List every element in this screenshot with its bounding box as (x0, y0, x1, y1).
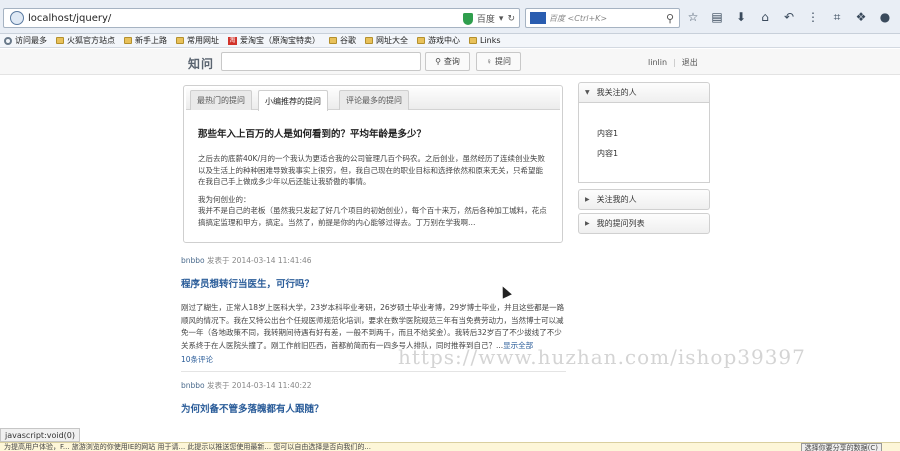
search-button[interactable]: ⚲ 查询 (425, 52, 470, 71)
browser-search-placeholder: 百度 <Ctrl+K> (549, 13, 608, 23)
globe-icon (10, 11, 24, 25)
separator: | (673, 58, 676, 67)
lightbulb-icon: ♀ (486, 57, 492, 66)
featured-question-title[interactable]: 那些年入上百万的人是如何看到的？平均年龄是多少？ (198, 126, 426, 140)
site-logo[interactable]: 知问 (188, 55, 214, 72)
question-feed: bnbbo 发表于 2014-03-14 11:41:46 程序员想转行当医生，… (181, 255, 566, 415)
folder-icon (124, 37, 132, 44)
browser-search-box[interactable]: 百度 <Ctrl+K> ⚲ (525, 8, 680, 28)
post-time: 2014-03-14 11:41:46 (231, 256, 312, 265)
bookmark-item[interactable]: 访问最多 (4, 35, 47, 46)
bookmark-item[interactable]: 游戏中心 (417, 35, 460, 46)
bookmark-item[interactable]: 谷歌 (329, 35, 356, 46)
triangle-right-icon: ▶ (585, 196, 590, 203)
bookmarks-bar: 访问最多 火狐官方站点 新手上路 常用网址 淘爱淘宝（原淘宝特卖） 谷歌 网址大… (0, 34, 900, 48)
reload-icon[interactable]: ↻ (507, 14, 515, 24)
folder-icon (56, 37, 64, 44)
site-header: 知问 ⚲ 查询 ♀ 提问 linlin | 退出 (0, 49, 900, 75)
status-bar: javascript:void(0) (0, 428, 81, 442)
accordion-label: 我关注的人 (596, 88, 637, 97)
post-time: 2014-03-14 11:40:22 (231, 381, 312, 390)
folder-icon (176, 37, 184, 44)
notification-bar: 为提高用户体验，F... 旅游浏览的你使用IE的网站 用于请... 此提示以推送… (0, 442, 900, 451)
post-meta: bnbbo 发表于 2014-03-14 11:40:22 (181, 380, 566, 391)
star-icon[interactable]: ☆ (684, 8, 702, 26)
taobao-icon: 淘 (228, 36, 237, 45)
download-icon[interactable]: ⬇ (732, 8, 750, 26)
accordion-panel: 内容1 内容1 (578, 102, 710, 183)
folder-icon (329, 37, 337, 44)
back-icon[interactable]: ↶ (780, 8, 798, 26)
post-meta: bnbbo 发表于 2014-03-14 11:41:46 (181, 255, 566, 266)
addon-icon[interactable]: ❖ (852, 8, 870, 26)
address-text: localhost/jquery/ (28, 12, 112, 24)
ask-button[interactable]: ♀ 提问 (476, 52, 521, 71)
accordion-following[interactable]: ▼ 我关注的人 (578, 82, 710, 103)
accordion-followers[interactable]: ▶ 关注我的人 (578, 189, 710, 210)
triangle-right-icon: ▶ (585, 220, 590, 227)
username-link[interactable]: linlin (648, 58, 667, 67)
folder-icon (469, 37, 477, 44)
post-verb: 发表于 (207, 381, 230, 390)
accordion-label: 我的提问列表 (596, 219, 645, 228)
folder-icon (417, 37, 425, 44)
list-item[interactable]: 内容1 (597, 128, 709, 139)
post-verb: 发表于 (207, 256, 230, 265)
user-area: linlin | 退出 (648, 57, 698, 68)
featured-paragraph: 之后去的底薪40K/月的一个我认为更适合我的公司管理几百个码农。之后创业，虽然经… (198, 154, 545, 186)
screenshot-icon[interactable]: ⌗ (828, 8, 846, 26)
list-item[interactable]: 内容1 (597, 148, 709, 159)
triangle-down-icon: ▼ (585, 89, 590, 96)
tab-editor-picks[interactable]: 小编推荐的提问 (258, 90, 328, 111)
search-icon[interactable]: ⚲ (666, 12, 674, 25)
share-data-button[interactable]: 选择你要分享的数据(C) (800, 443, 882, 451)
search-engine-icon[interactable] (530, 12, 546, 24)
bookmark-item[interactable]: 常用网址 (176, 35, 219, 46)
bookmark-item[interactable]: 新手上路 (124, 35, 167, 46)
logout-link[interactable]: 退出 (682, 57, 698, 68)
author-name[interactable]: bnbbo (181, 256, 205, 265)
browser-toolbar: localhost/jquery/ 百度 ▾ ↻ 百度 <Ctrl+K> ⚲ ☆… (0, 0, 900, 34)
list-item: bnbbo 发表于 2014-03-14 11:40:22 为何刘备不管多落魄都… (181, 380, 566, 415)
site-search-input[interactable] (221, 52, 421, 71)
featured-paragraph: 我为何创业的： 我并不是自己的老板（虽然我只发起了好几个项目的初始创业），每个百十… (198, 194, 547, 227)
divider (181, 371, 566, 372)
gear-icon (4, 36, 12, 45)
author-name[interactable]: bnbbo (181, 381, 205, 390)
tabs-bar: 最热门的提问 小编推荐的提问 评论最多的提问 (186, 88, 560, 111)
address-action-label[interactable]: 百度 (477, 12, 495, 25)
sidebar-accordion: ▼ 我关注的人 内容1 内容1 ▶ 关注我的人 ▶ 我的提问列表 (578, 82, 710, 237)
tab-most-commented[interactable]: 评论最多的提问 (339, 90, 409, 110)
bookmark-item[interactable]: 淘爱淘宝（原淘宝特卖） (228, 35, 320, 46)
accordion-label: 关注我的人 (596, 195, 637, 204)
home-icon[interactable]: ⌂ (756, 8, 774, 26)
question-title[interactable]: 为何刘备不管多落魄都有人跟随？ (181, 401, 566, 415)
notification-text: 为提高用户体验，F... 旅游浏览的你使用IE的网站 用于请... 此提示以推送… (4, 443, 371, 451)
shield-icon[interactable] (462, 12, 473, 25)
address-bar[interactable]: localhost/jquery/ 百度 ▾ ↻ (3, 8, 520, 28)
chat-icon[interactable]: ● (876, 8, 894, 26)
tab-hot[interactable]: 最热门的提问 (190, 90, 252, 110)
accordion-my-questions[interactable]: ▶ 我的提问列表 (578, 213, 710, 234)
dropdown-arrow-icon[interactable]: ▾ (499, 14, 504, 24)
reading-list-icon[interactable]: ▤ (708, 8, 726, 26)
bookmark-item[interactable]: 网址大全 (365, 35, 408, 46)
question-tabs: 最热门的提问 小编推荐的提问 评论最多的提问 那些年入上百万的人是如何看到的？平… (183, 85, 563, 243)
featured-question-body: 之后去的底薪40K/月的一个我认为更适合我的公司管理几百个码农。之后创业，虽然经… (198, 153, 548, 234)
address-actions: 百度 ▾ ↻ (462, 12, 515, 25)
bookmark-item[interactable]: 火狐官方站点 (56, 35, 115, 46)
bookmark-item[interactable]: Links (469, 36, 501, 45)
folder-icon (365, 37, 373, 44)
search-icon: ⚲ (435, 57, 441, 66)
browser-toolbar-icons: ☆ ▤ ⬇ ⌂ ↶ ⋮ ⌗ ❖ ● ▪ ≡ (684, 8, 900, 26)
more-icon[interactable]: ⋮ (804, 8, 822, 26)
watermark: https://www.huzhan.com/ishop39397 (398, 345, 806, 369)
